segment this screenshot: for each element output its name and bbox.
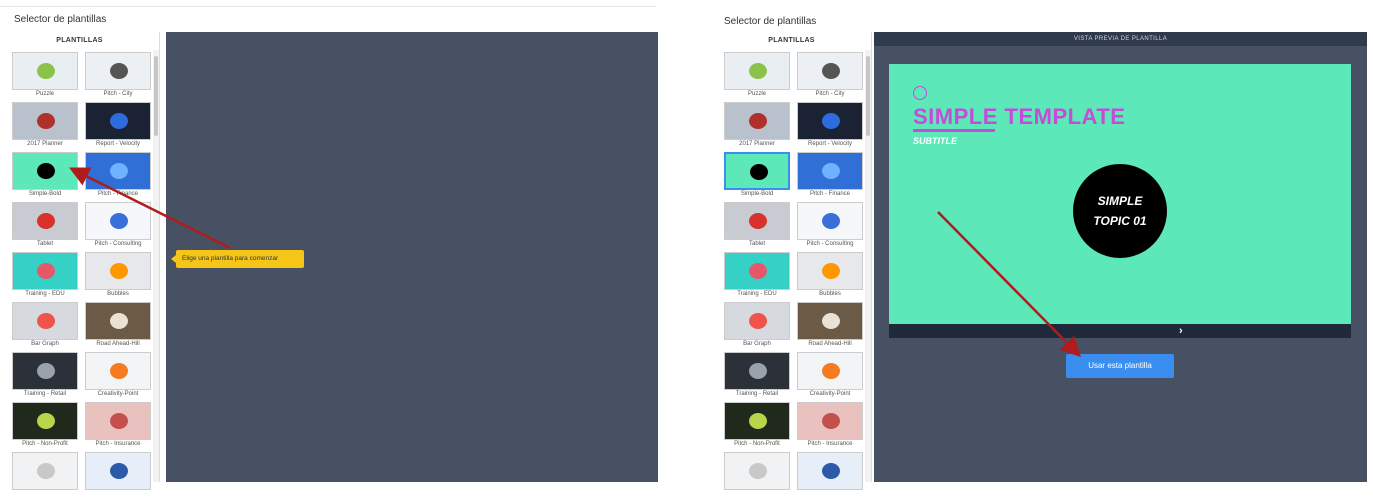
annotation-arrow: [937, 211, 1082, 358]
left-panel: Selector de plantillas PLANTILLAS Puzzle…: [0, 0, 660, 490]
right-panel: Selector de plantillas PLANTILLAS Puzzle…: [712, 0, 1373, 490]
annotation-arrow: [69, 167, 231, 250]
